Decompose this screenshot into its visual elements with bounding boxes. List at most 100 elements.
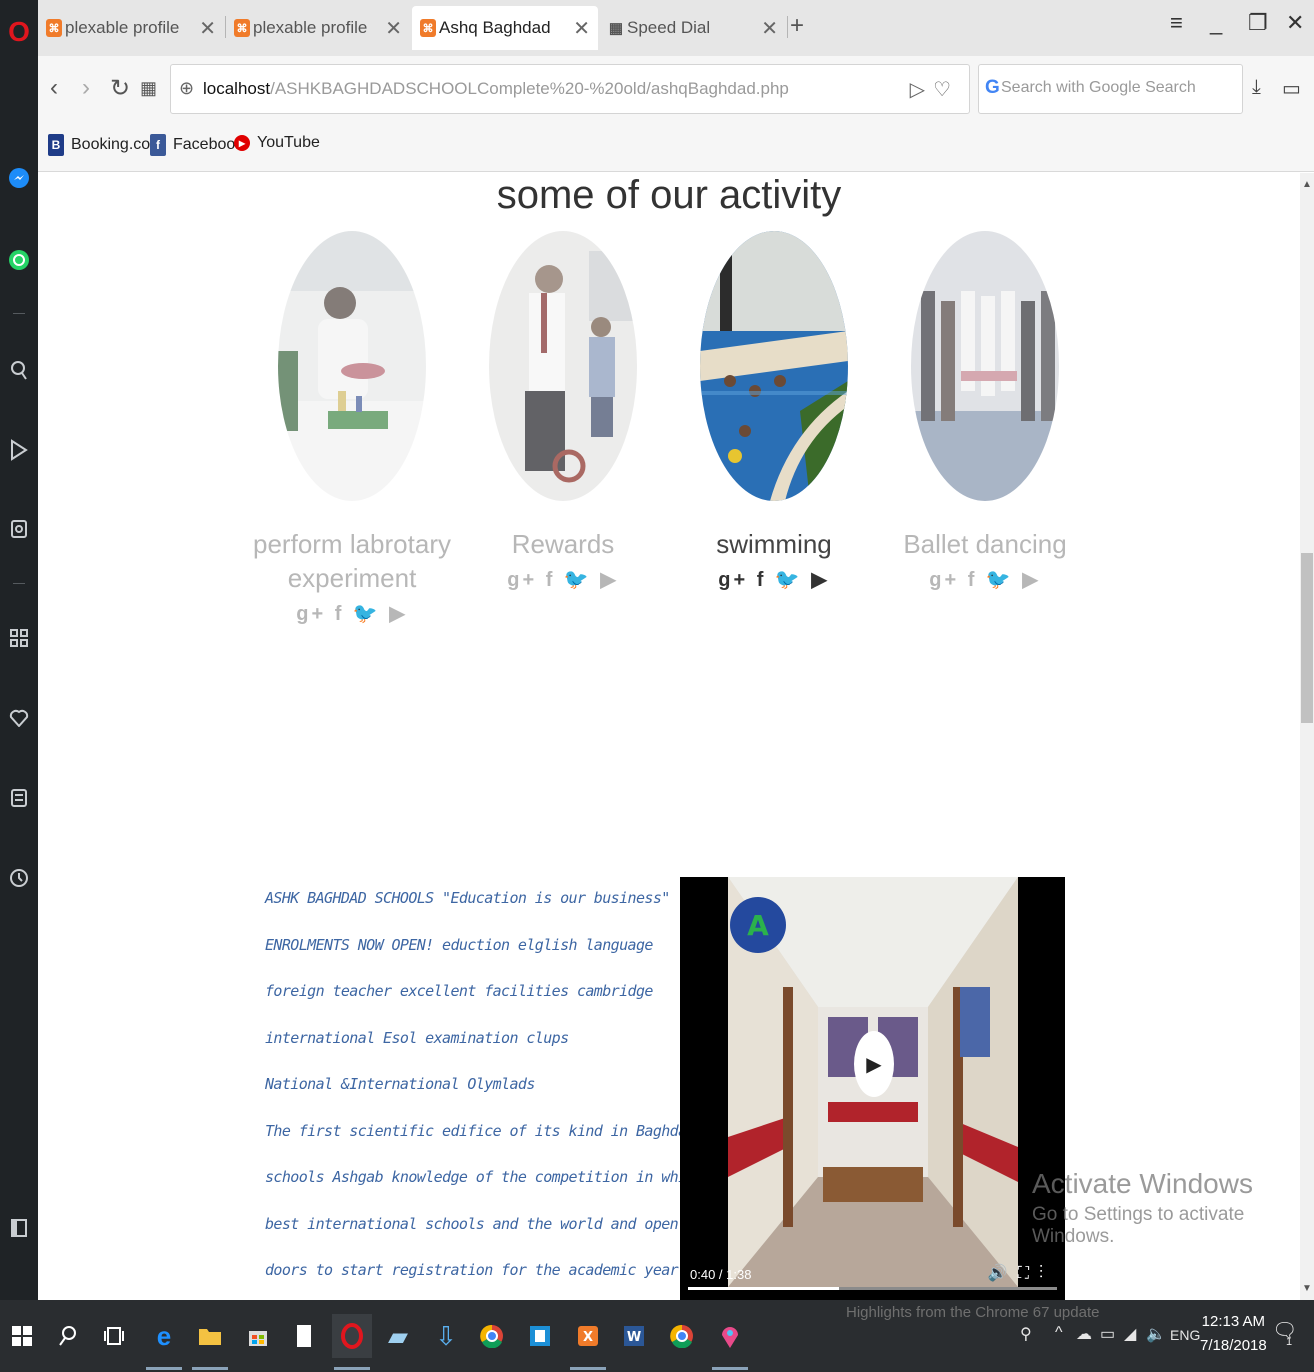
tab-label: Ashq Baghdad [439,18,551,37]
promo-line: foreign teacher excellent facilities cam… [265,982,653,1000]
bookmark-booking[interactable]: B Booking.com [48,134,164,156]
download-icon[interactable]: ⤓ [1252,76,1261,99]
close-tab-icon[interactable]: ✕ [385,16,402,41]
onedrive-cloud-icon[interactable]: ☁ [1076,1324,1092,1344]
heart-bookmarks-icon[interactable] [0,700,38,736]
chrome-icon[interactable] [662,1314,702,1358]
maps-pin-icon[interactable] [710,1314,750,1370]
tab-menu-icon[interactable]: ≡ [1170,10,1183,36]
messenger-icon[interactable] [0,160,38,196]
opera-icon[interactable] [332,1314,372,1370]
speed-dial-grid-icon[interactable] [0,620,38,656]
close-tab-icon[interactable]: ✕ [573,16,590,41]
promo-line: ASHK BAGHDAD SCHOOLS "Education is our b… [265,889,670,907]
snapshot-camera-icon[interactable] [0,510,38,546]
system-clock[interactable]: 12:13 AM 7/18/2018 [1200,1310,1267,1358]
activity-caption: perform labrotary experiment [253,529,451,593]
word-icon[interactable]: W [614,1314,654,1358]
activity-card-ballet[interactable]: Ballet dancing g+ f 🐦 ▶ [880,231,1090,592]
speed-dial-icon[interactable]: ▦ [140,78,157,99]
opera-menu-icon[interactable]: O [0,14,38,50]
chrome-icon[interactable] [472,1314,512,1358]
social-icons[interactable]: g+ f 🐦 ▶ [247,601,457,626]
page-scrollbar[interactable]: ▲ ▼ [1300,173,1314,1300]
tab-ashq-baghdad[interactable]: ⌘ Ashq Baghdad ✕ [412,6,598,50]
volume-icon[interactable]: 🔈 [1146,1324,1166,1344]
tab-plexable-profile-2[interactable]: ⌘ plexable profile ✕ [226,6,410,50]
volume-icon[interactable]: 🔊 [988,1265,1018,1282]
scroll-thumb[interactable] [1301,553,1313,723]
battery-saver-icon[interactable]: ▭ [1282,76,1301,101]
activity-card-rewards[interactable]: Rewards g+ f 🐦 ▶ [458,231,668,592]
battery-icon[interactable]: ▭ [1100,1324,1115,1344]
search-input[interactable]: G Search with Google Search [978,64,1243,114]
bookmark-youtube[interactable]: ▸ YouTube [234,134,320,152]
xampp-icon[interactable]: X [568,1314,608,1370]
close-window-icon[interactable]: ✕ [1286,10,1304,36]
heart-icon[interactable]: ♡ [933,79,959,101]
show-hidden-icons-chevron-icon[interactable]: ^ [1055,1324,1063,1342]
minimize-icon[interactable]: _ [1210,10,1222,36]
watermark-subtitle: Go to Settings to activate Windows. [1032,1204,1245,1247]
task-view-icon[interactable] [94,1314,134,1358]
news-icon[interactable] [0,780,38,816]
action-center-icon[interactable]: 🗨 [1272,1318,1297,1343]
windows-start-icon[interactable] [2,1314,42,1358]
xampp-favicon-icon: ⌘ [234,19,250,37]
play-button[interactable]: ▶ [854,1031,894,1097]
app-box-icon[interactable] [520,1314,560,1358]
search-icon[interactable] [0,352,38,388]
tab-label: plexable profile [253,18,368,37]
scroll-up-icon[interactable]: ▲ [1302,179,1312,190]
address-bar[interactable]: ⊕ localhost/ASHKBAGHDADSCHOOLComplete%20… [170,64,970,114]
speed-dial-favicon-icon: ▦ [608,20,624,37]
video-progress-fill [688,1287,840,1290]
school-video-player[interactable]: A ▶ 0:40 / 1:38 🔊⛶⋮ [680,877,1065,1300]
activity-caption: Rewards [511,529,615,559]
social-icons[interactable]: g+ f 🐦 ▶ [458,567,668,592]
network-app-icon[interactable]: ⇩ [426,1314,466,1358]
close-tab-icon[interactable]: ✕ [761,16,778,41]
reload-icon[interactable]: ↻ [110,74,130,103]
forward-icon[interactable]: › [82,74,90,102]
social-icons[interactable]: g+ f 🐦 ▶ [880,567,1090,592]
new-tab-button[interactable]: + [790,12,804,40]
tab-plexable-profile-1[interactable]: ⌘ plexable profile ✕ [38,6,224,50]
fullscreen-icon[interactable]: ⛶ [1018,1265,1039,1282]
url-actions: ▷♡ [910,77,959,102]
file-explorer-icon[interactable] [190,1314,230,1370]
activity-card-swimming[interactable]: swimming g+ f 🐦 ▶ [669,231,879,592]
search-placeholder: Search with Google Search [1001,79,1196,96]
promo-line: National &International Olymlads [265,1075,535,1093]
flow-send-icon[interactable]: ▷ [910,79,933,101]
wifi-icon[interactable]: ◢ [1124,1324,1136,1344]
restore-icon[interactable]: ❐ [1248,10,1268,36]
close-tab-icon[interactable]: ✕ [199,16,216,41]
video-time: 0:40 / 1:38 [690,1267,752,1282]
history-clock-icon[interactable] [0,860,38,896]
notepad-icon[interactable] [284,1314,324,1358]
promo-line: ENROLMENTS NOW OPEN! eduction elglish la… [265,935,653,954]
booking-icon: B [48,134,64,156]
video-progress-bar[interactable] [688,1287,1057,1290]
back-icon[interactable]: ‹ [50,74,58,102]
people-icon[interactable]: ⚲ [1020,1324,1032,1344]
store-icon[interactable] [238,1314,278,1358]
sidebar-toggle-icon[interactable] [0,1210,38,1246]
edge-icon[interactable]: e [144,1314,184,1370]
activity-card-lab[interactable]: perform labrotary experiment g+ f 🐦 ▶ [247,231,457,626]
social-icons[interactable]: g+ f 🐦 ▶ [669,567,879,592]
whatsapp-icon[interactable] [0,242,38,278]
rewards-photo [489,231,637,501]
flow-send-icon[interactable] [0,432,38,468]
language-indicator[interactable]: ENG [1170,1327,1200,1343]
search-icon[interactable] [48,1314,88,1358]
scroll-down-icon[interactable]: ▼ [1302,1283,1312,1294]
sidebar-divider [13,313,25,314]
web-page: some of our activity perform labrotary e… [38,173,1300,1300]
more-options-icon[interactable]: ⋮ [1039,1265,1053,1282]
tab-speed-dial[interactable]: ▦ Speed Dial ✕ [600,6,786,50]
notes-app-icon[interactable]: ▰ [378,1314,418,1358]
bookmark-facebook[interactable]: f Facebook [150,134,243,156]
activity-caption: swimming [716,529,832,559]
